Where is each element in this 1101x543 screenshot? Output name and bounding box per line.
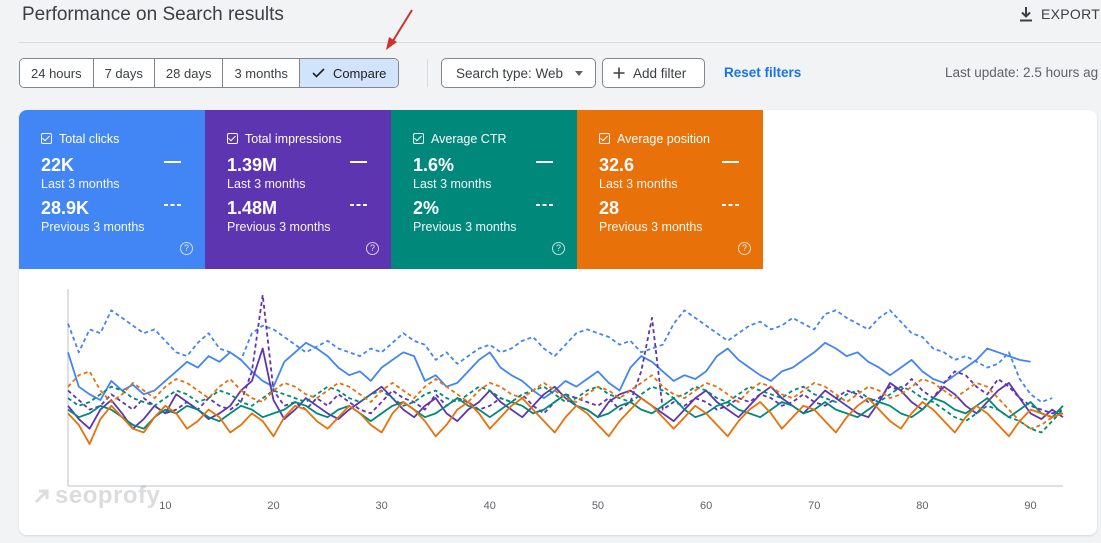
dashed-line-legend-icon [350, 204, 367, 206]
x-tick-label: 60 [700, 500, 712, 512]
metric-cards: Total clicks 22K Last 3 months 28.9K Pre… [19, 110, 763, 269]
metric-label: Average CTR [431, 132, 507, 146]
page-title: Performance on Search results [22, 4, 284, 25]
date-range-segmented-control: 24 hours 7 days 28 days 3 months Compare [19, 58, 400, 88]
series-line-1 [67, 309, 1053, 403]
x-tick-label: 70 [808, 500, 820, 512]
metric-current-period: Last 3 months [599, 177, 678, 191]
dashed-line-legend-icon [536, 204, 553, 206]
add-filter-button[interactable]: Add filter [602, 58, 705, 88]
metric-current-value: 22K [41, 155, 75, 175]
metric-current-value: 1.6% [413, 155, 455, 175]
solid-line-legend-icon [722, 161, 739, 163]
metric-label: Total clicks [59, 132, 120, 146]
metric-label: Average position [617, 132, 710, 146]
range-24-hours-button[interactable]: 24 hours [20, 59, 94, 87]
range-3-months-button[interactable]: 3 months [223, 59, 300, 87]
export-label: EXPORT [1041, 6, 1101, 22]
help-icon[interactable]: ? [180, 242, 193, 255]
toolbar-divider [427, 59, 428, 87]
checkbox-checked-icon [599, 133, 610, 144]
metric-previous-value: 28.9K [41, 198, 90, 218]
x-tick-label: 50 [592, 500, 604, 512]
metric-current-value: 32.6 [599, 155, 635, 175]
metric-card-average-position[interactable]: Average position 32.6 Last 3 months 28 P… [577, 110, 763, 269]
last-update-text: Last update: 2.5 hours ag [945, 65, 1099, 80]
compare-button[interactable]: Compare [299, 59, 399, 87]
dashed-line-legend-icon [722, 204, 739, 206]
help-icon[interactable]: ? [738, 242, 751, 255]
range-28-days-button[interactable]: 28 days [154, 59, 224, 87]
toolbar: 24 hours 7 days 28 days 3 months Compare… [0, 58, 1101, 88]
x-tick-label: 80 [916, 500, 928, 512]
metric-current-period: Last 3 months [227, 177, 306, 191]
checkbox-checked-icon [227, 133, 238, 144]
metric-previous-value: 28 [599, 198, 620, 218]
metric-previous-period: Previous 3 months [227, 220, 331, 234]
metric-current-period: Last 3 months [413, 177, 492, 191]
metric-label: Total impressions [245, 132, 342, 146]
checkbox-checked-icon [413, 133, 424, 144]
metric-previous-value: 1.48M [227, 198, 278, 218]
metric-card-total-clicks[interactable]: Total clicks 22K Last 3 months 28.9K Pre… [19, 110, 205, 269]
arrow-up-right-icon [34, 489, 49, 504]
x-tick-label: 40 [484, 500, 496, 512]
metric-card-average-ctr[interactable]: Average CTR 1.6% Last 3 months 2% Previo… [391, 110, 577, 269]
x-tick-label: 30 [376, 500, 388, 512]
solid-line-legend-icon [350, 161, 367, 163]
dashed-line-legend-icon [164, 204, 181, 206]
header-divider [18, 42, 1101, 43]
dropdown-caret-icon [575, 71, 583, 76]
export-button[interactable]: EXPORT [1019, 4, 1101, 24]
metric-current-value: 1.39M [227, 155, 278, 175]
search-type-dropdown[interactable]: Search type: Web [441, 58, 596, 88]
annotation-arrow-icon [386, 9, 413, 50]
range-7-days-button[interactable]: 7 days [93, 59, 155, 87]
checkbox-checked-icon [41, 133, 52, 144]
help-icon[interactable]: ? [552, 242, 565, 255]
reset-filters-link[interactable]: Reset filters [724, 65, 801, 80]
watermark-text: seoprofy [55, 482, 161, 509]
plus-icon [613, 67, 625, 79]
performance-panel: 10 20 30 40 50 60 70 80 90 Total clicks 22K Last… [19, 110, 1097, 535]
search-type-label: Search type: Web [456, 65, 564, 81]
solid-line-legend-icon [164, 161, 181, 163]
metric-card-total-impressions[interactable]: Total impressions 1.39M Last 3 months 1.… [205, 110, 391, 269]
metric-previous-period: Previous 3 months [41, 220, 145, 234]
x-tick-label: 20 [267, 500, 279, 512]
watermark: seoprofy [33, 482, 160, 510]
metric-previous-period: Previous 3 months [599, 220, 703, 234]
help-icon[interactable]: ? [366, 242, 379, 255]
solid-line-legend-icon [536, 161, 553, 163]
add-filter-label: Add filter [633, 65, 687, 81]
compare-label: Compare [332, 65, 387, 81]
series-line-3 [67, 294, 1064, 415]
x-tick-label: 10 [159, 500, 171, 512]
page-header: Performance on Search results EXPORT [0, 0, 1101, 44]
metric-previous-period: Previous 3 months [413, 220, 517, 234]
checkmark-icon [312, 68, 325, 78]
metric-previous-value: 2% [413, 198, 440, 218]
metric-current-period: Last 3 months [41, 177, 120, 191]
x-tick-label: 90 [1024, 500, 1036, 512]
download-icon [1020, 7, 1032, 22]
